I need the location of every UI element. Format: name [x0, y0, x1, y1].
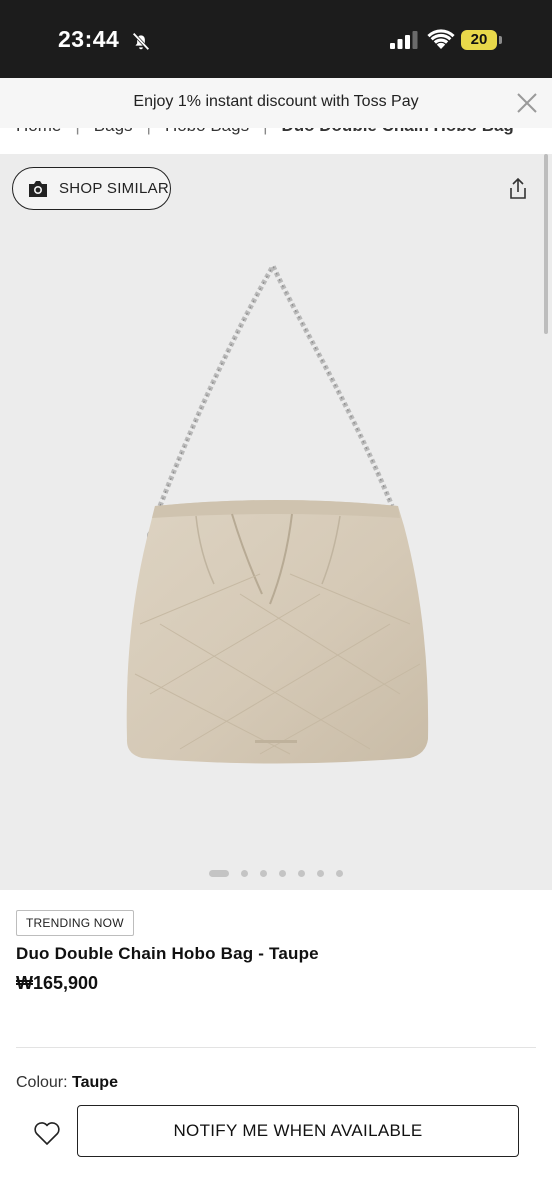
heart-icon[interactable]	[32, 1118, 62, 1148]
promo-text: Enjoy 1% instant discount with Toss Pay	[133, 93, 419, 110]
divider	[16, 1047, 536, 1048]
promo-banner: Enjoy 1% instant discount with Toss Pay	[0, 78, 552, 128]
signal-icon	[390, 31, 418, 49]
share-icon[interactable]	[507, 177, 529, 201]
colour-label: Colour:	[16, 1074, 68, 1090]
carousel-dot[interactable]	[241, 870, 248, 877]
colour-row: Colour: Taupe	[16, 1074, 118, 1090]
breadcrumb-item-home[interactable]: Home	[16, 128, 61, 136]
product-gallery[interactable]: SHOP SIMILAR	[0, 154, 552, 890]
carousel-dot[interactable]	[279, 870, 286, 877]
shop-similar-label: SHOP SIMILAR	[59, 180, 170, 197]
scrollbar[interactable]	[544, 154, 548, 334]
camera-icon	[29, 180, 47, 197]
breadcrumb-separator: |	[147, 128, 151, 136]
status-bar: 23:44 20	[0, 0, 552, 78]
breadcrumb-item-bags[interactable]: Bags	[94, 128, 133, 136]
product-name: Duo Double Chain Hobo Bag - Taupe	[16, 944, 319, 963]
trending-badge: TRENDING NOW	[16, 910, 134, 936]
breadcrumb-strip: Home | Bags | Hobo Bags | Duo Double Cha…	[0, 128, 552, 154]
breadcrumb-separator: |	[263, 128, 267, 136]
colour-strip: Colour: Taupe	[0, 1070, 552, 1090]
battery-icon: 20	[461, 30, 497, 50]
close-icon[interactable]	[514, 90, 540, 116]
notify-me-button[interactable]: NOTIFY ME WHEN AVAILABLE	[77, 1105, 519, 1157]
carousel-dot[interactable]	[336, 870, 343, 877]
carousel-dot[interactable]	[298, 870, 305, 877]
battery-tip	[499, 36, 502, 44]
wifi-icon	[427, 29, 455, 49]
carousel-dot[interactable]	[317, 870, 324, 877]
carousel-dot[interactable]	[260, 870, 267, 877]
status-time: 23:44	[58, 26, 120, 52]
breadcrumb-separator: |	[75, 128, 79, 136]
colour-value: Taupe	[72, 1074, 118, 1090]
breadcrumb: Home | Bags | Hobo Bags | Duo Double Cha…	[16, 128, 514, 136]
product-price: ₩165,900	[16, 973, 99, 993]
breadcrumb-item-current: Duo Double Chain Hobo Bag	[282, 128, 514, 136]
shop-similar-button[interactable]: SHOP SIMILAR	[12, 167, 171, 210]
bell-off-icon	[132, 32, 150, 51]
product-image	[126, 260, 429, 764]
breadcrumb-item-hobo-bags[interactable]: Hobo Bags	[165, 128, 249, 136]
carousel-dots	[0, 870, 552, 877]
carousel-dot[interactable]	[209, 870, 229, 877]
